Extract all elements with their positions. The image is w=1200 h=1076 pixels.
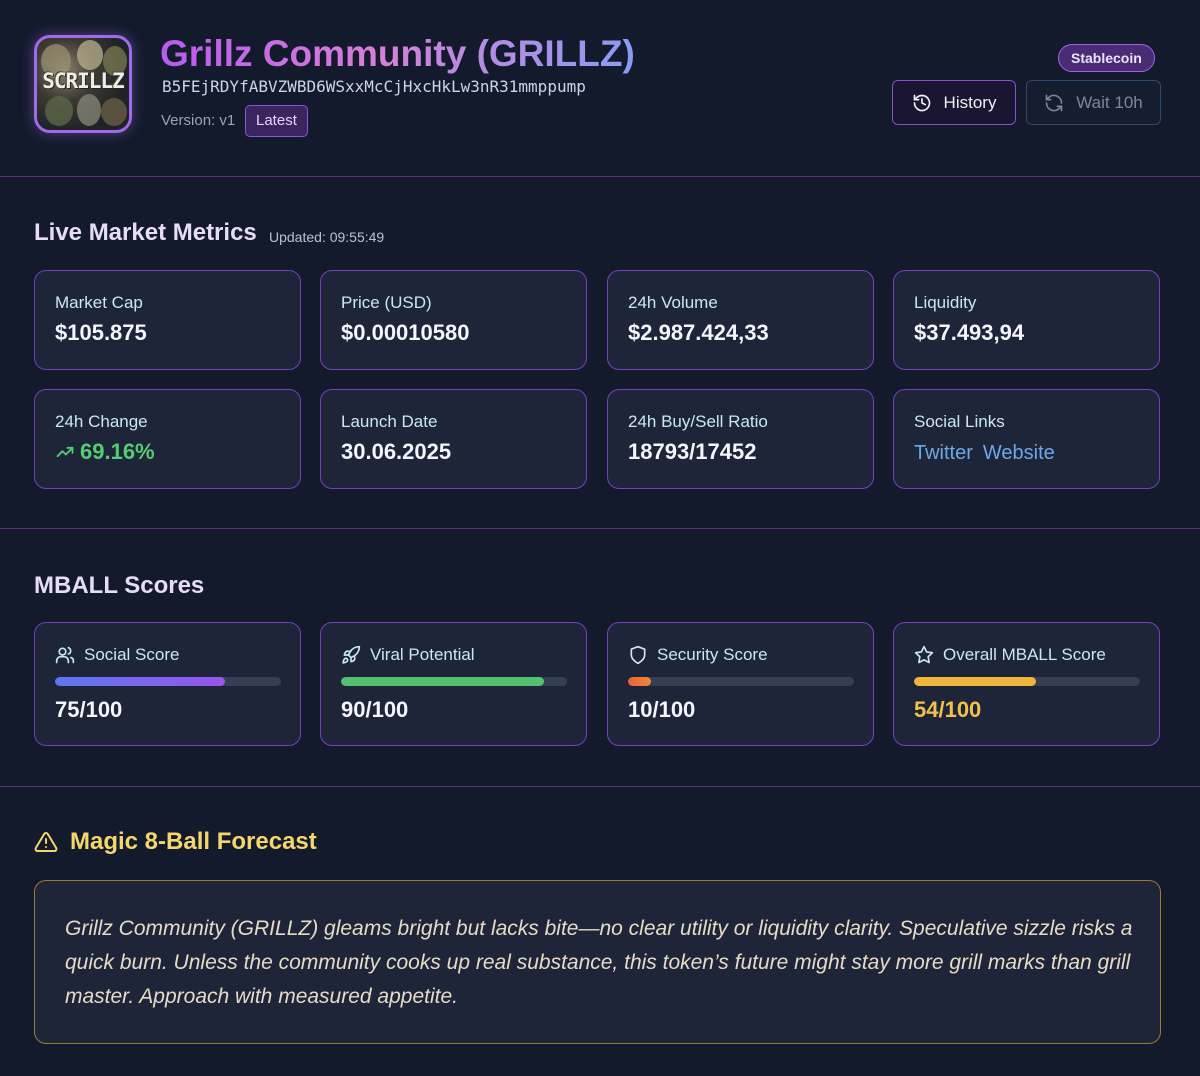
star-icon — [914, 645, 934, 664]
metric-card-market-cap: Market Cap $105.875 — [34, 270, 301, 370]
score-bar — [628, 677, 854, 686]
score-bar — [914, 677, 1140, 686]
metric-card-buy-sell-ratio: 24h Buy/Sell Ratio 18793/17452 — [607, 389, 874, 489]
wait-button-label: Wait 10h — [1076, 92, 1143, 112]
category-badge: Stablecoin — [1058, 44, 1155, 72]
score-label-row: Social Score — [55, 645, 179, 665]
history-icon — [913, 94, 930, 111]
metric-card-launch-date: Launch Date 30.06.2025 — [320, 389, 587, 489]
website-link[interactable]: Website — [983, 442, 1055, 465]
version-label: Version: v1 — [161, 112, 236, 129]
token-logo: SCRILLZ — [34, 35, 132, 133]
score-card-security: Security Score 10/100 — [607, 622, 874, 746]
score-label-row: Security Score — [628, 645, 768, 665]
forecast-text: Grillz Community (GRILLZ) gleams bright … — [65, 917, 1133, 1008]
social-links: Twitter Website — [914, 442, 1055, 465]
metric-label: Price (USD) — [341, 293, 432, 312]
users-icon — [55, 646, 75, 664]
metric-value: 18793/17452 — [628, 439, 757, 464]
metric-value: $2.987.424,33 — [628, 320, 769, 345]
contract-address[interactable]: B5FEjRDYfABVZWBD6WSxxMcCjHxcHkLw3nR31mmp… — [162, 77, 586, 96]
metric-value: $105.875 — [55, 320, 147, 345]
metric-card-liquidity: Liquidity $37.493,94 — [893, 270, 1160, 370]
metric-value: $37.493,94 — [914, 320, 1025, 345]
score-value: 75/100 — [55, 697, 123, 722]
metric-label: Market Cap — [55, 293, 143, 312]
header-divider — [0, 176, 1200, 177]
score-card-overall: Overall MBALL Score 54/100 — [893, 622, 1160, 746]
rocket-icon — [342, 645, 361, 664]
metric-label: 24h Change — [55, 412, 148, 431]
market-metrics-title: Live Market Metrics — [34, 219, 257, 246]
metric-card-24h-change: 24h Change 69.16% — [34, 389, 301, 489]
latest-version-badge[interactable]: Latest — [245, 105, 308, 137]
metric-value-positive: 69.16% — [55, 439, 155, 465]
score-value: 10/100 — [628, 697, 696, 722]
twitter-link[interactable]: Twitter — [914, 442, 973, 465]
token-header: SCRILLZ Grillz Community (GRILLZ) B5FEjR… — [0, 0, 1200, 176]
metric-card-price: Price (USD) $0.00010580 — [320, 270, 587, 370]
score-label: Viral Potential — [370, 645, 475, 664]
metric-label: 24h Buy/Sell Ratio — [628, 412, 768, 431]
metric-label: 24h Volume — [628, 293, 718, 312]
history-button[interactable]: History — [892, 80, 1016, 125]
forecast-title: Magic 8-Ball Forecast — [70, 828, 317, 855]
score-bar — [341, 677, 567, 686]
score-label-row: Viral Potential — [341, 645, 475, 665]
refresh-wait-button[interactable]: Wait 10h — [1026, 80, 1161, 125]
score-label-row: Overall MBALL Score — [914, 645, 1106, 665]
score-value: 54/100 — [914, 697, 982, 722]
token-title: Grillz Community (GRILLZ) — [160, 30, 635, 78]
metric-label: Liquidity — [914, 293, 977, 312]
change-percent: 69.16% — [80, 439, 155, 464]
score-bar-fill — [628, 677, 651, 686]
forecast-panel: Grillz Community (GRILLZ) gleams bright … — [34, 880, 1161, 1044]
score-card-social: Social Score 75/100 — [34, 622, 301, 746]
section-divider — [0, 528, 1200, 529]
history-button-label: History — [943, 92, 997, 112]
scores-title: MBALL Scores — [34, 572, 205, 599]
score-label: Overall MBALL Score — [943, 645, 1106, 664]
forecast-header: Magic 8-Ball Forecast — [34, 828, 317, 856]
metric-card-social-links: Social Links Twitter Website — [893, 389, 1160, 489]
shield-icon — [630, 645, 646, 665]
score-bar-fill — [55, 677, 225, 686]
metric-label: Social Links — [914, 412, 1005, 431]
score-card-viral: Viral Potential 90/100 — [320, 622, 587, 746]
score-value: 90/100 — [341, 697, 409, 722]
metric-value: $0.00010580 — [341, 320, 470, 345]
score-bar-fill — [914, 677, 1037, 686]
metric-value: 30.06.2025 — [341, 439, 452, 464]
section-divider — [0, 786, 1200, 787]
logo-text: SCRILLZ — [42, 69, 125, 93]
score-bar — [55, 677, 281, 686]
score-bar-fill — [341, 677, 545, 686]
warning-triangle-icon — [34, 831, 58, 852]
metric-label: Launch Date — [341, 412, 438, 431]
score-label: Social Score — [84, 645, 180, 664]
refresh-icon — [1045, 94, 1063, 111]
score-label: Security Score — [657, 645, 768, 664]
metric-card-volume: 24h Volume $2.987.424,33 — [607, 270, 874, 370]
updated-timestamp: Updated: 09:55:49 — [269, 229, 385, 245]
trending-up-icon — [56, 446, 74, 458]
